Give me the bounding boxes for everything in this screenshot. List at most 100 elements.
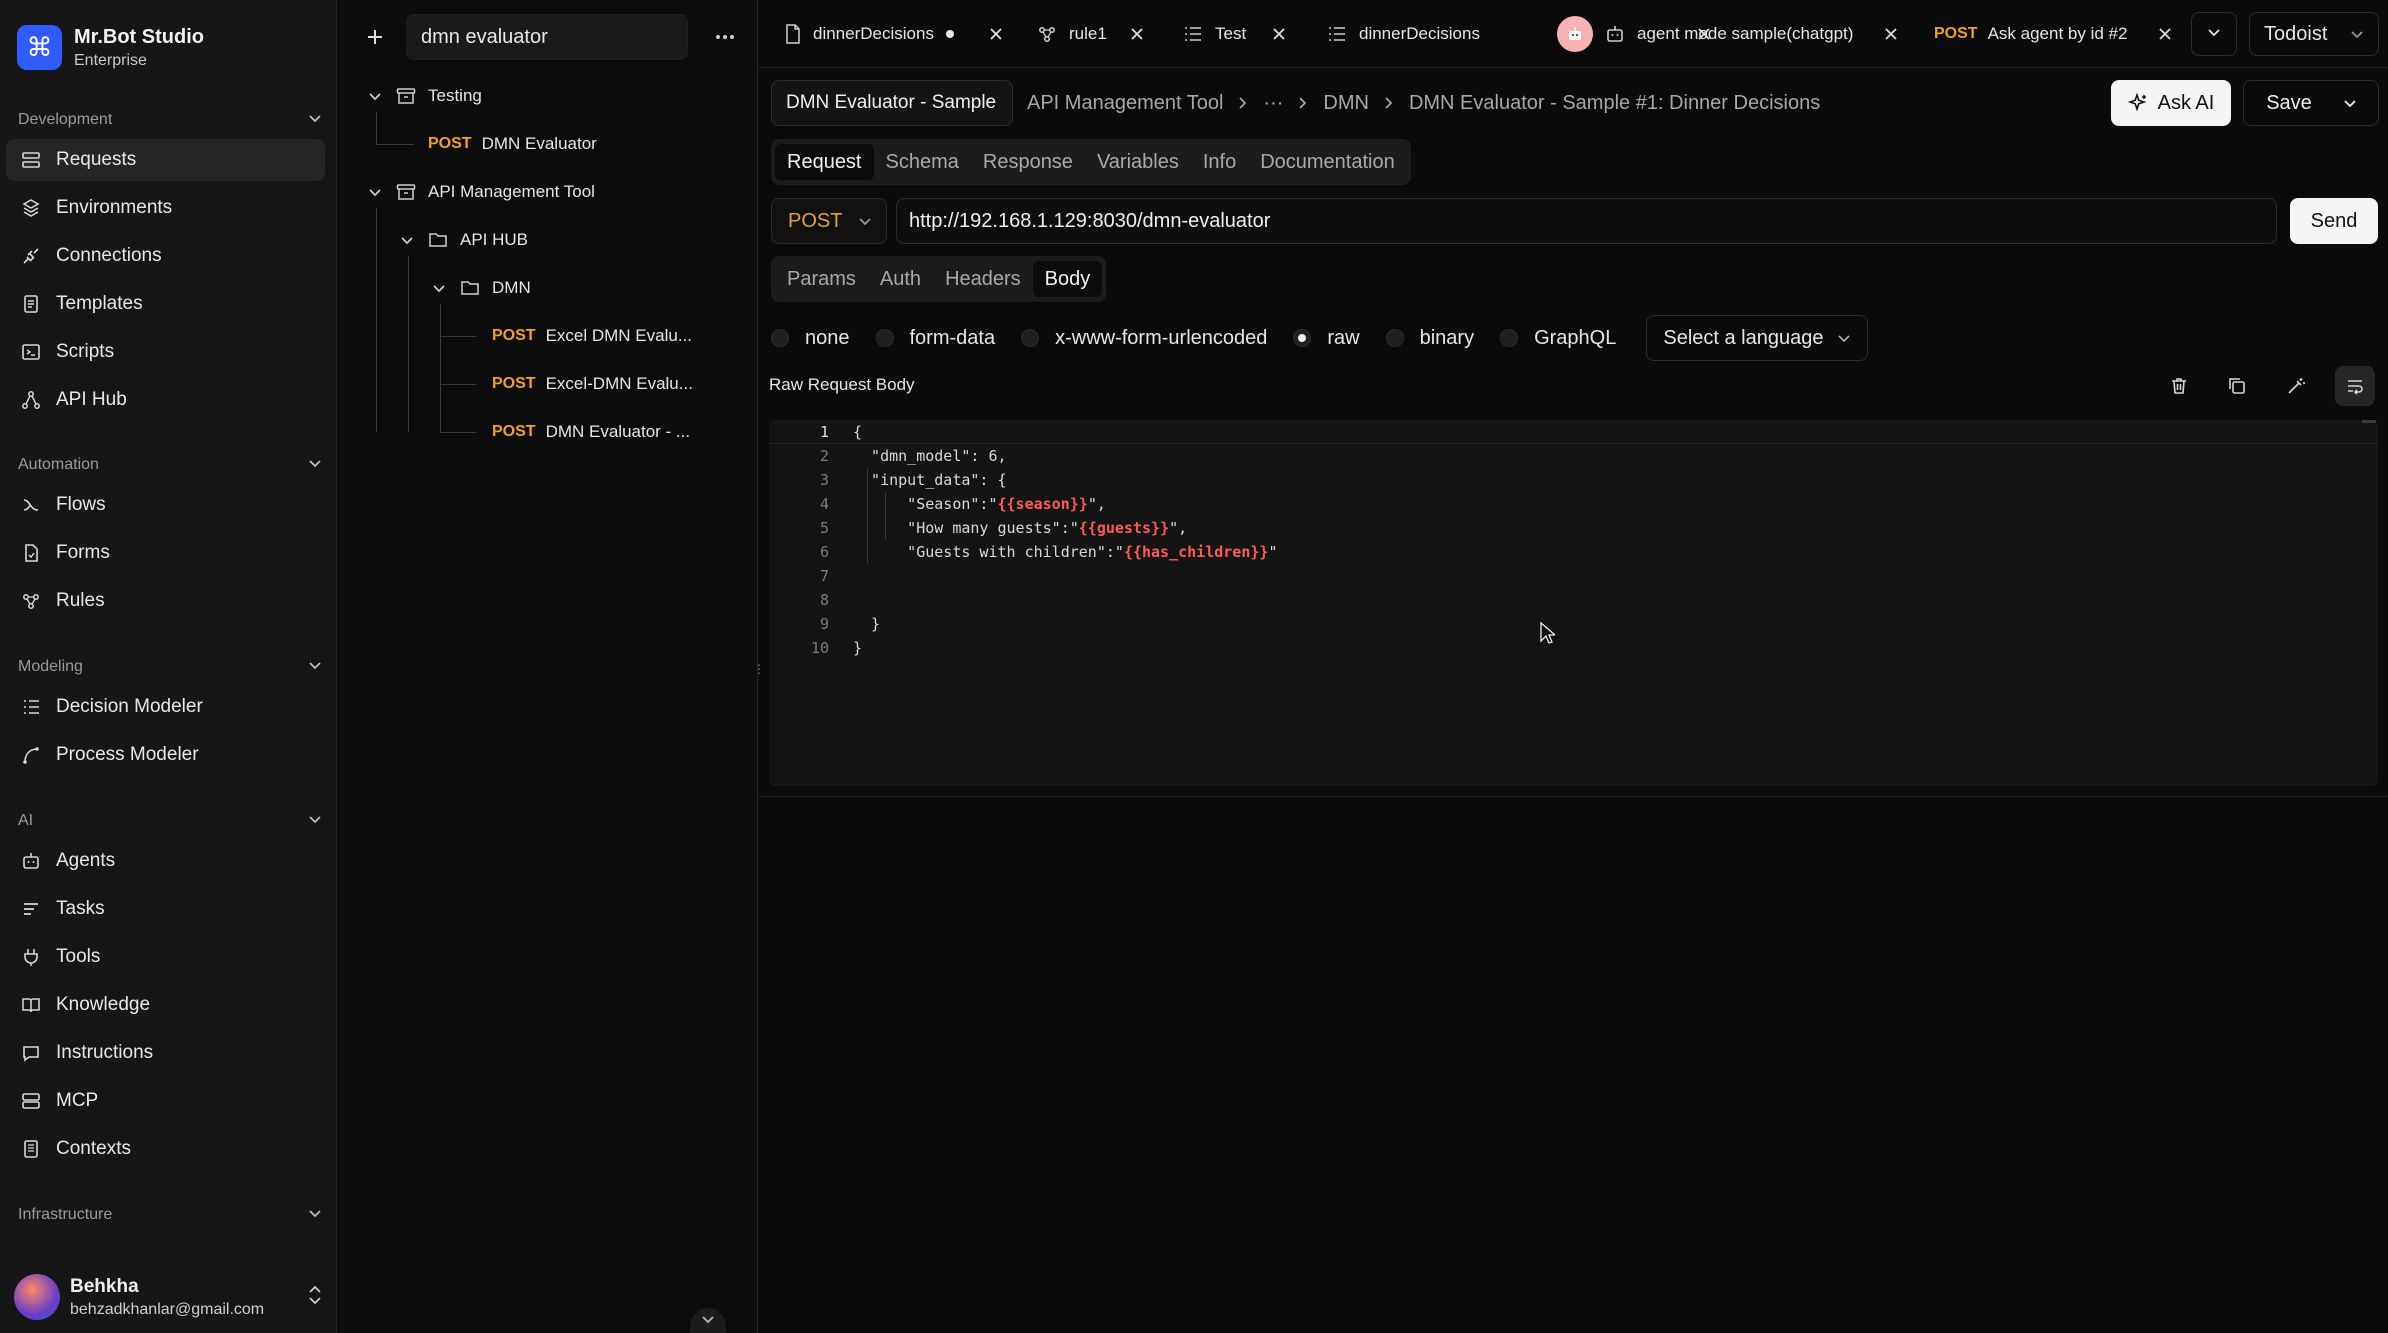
sidebar-item-instructions[interactable]: Instructions [6,1032,325,1074]
line-number: 2 [819,447,829,465]
chevron-down-icon [307,811,323,832]
breadcrumb-item[interactable]: ··· [1263,92,1309,115]
chevron-down-icon[interactable] [2342,95,2358,111]
tree-node-dmn-evaluator[interactable]: POST DMN Evaluator [428,126,597,162]
sidebar-item-scripts[interactable]: Scripts [6,331,325,373]
tree-node-api-management-tool[interactable]: API Management Tool [368,174,595,210]
ask-ai-button[interactable]: Ask AI [2111,80,2231,126]
code-editor[interactable]: 1 2 3 4 5 6 7 8 9 10 { "dmn_model": 6, "… [769,420,2378,786]
editor-scrollbar[interactable] [2362,420,2376,423]
radio-binary[interactable]: binary [1385,327,1474,350]
wrap-text-icon[interactable] [2335,366,2375,406]
breadcrumb-item[interactable]: API Management Tool [1027,92,1249,115]
save-button[interactable]: Save [2243,80,2379,126]
sidebar-item-tasks[interactable]: Tasks [6,888,325,930]
sidebar-item-process-modeler[interactable]: Process Modeler [6,734,325,776]
nav-group-header[interactable]: Modeling [0,652,337,682]
sidebar-item-templates[interactable]: Templates [6,283,325,325]
url-input[interactable] [896,198,2277,244]
nav-group-header[interactable]: AI [0,806,337,836]
tab-body[interactable]: Body [1032,261,1103,297]
tab-headers[interactable]: Headers [933,261,1033,297]
ask-ai-label: Ask AI [2157,91,2215,114]
nav-group-header[interactable]: Development [0,105,337,135]
sidebar-item-decision-modeler[interactable]: Decision Modeler [6,686,325,728]
nav-group-header[interactable]: Infrastructure [0,1200,337,1230]
panel-resize-handle[interactable]: ⋮ [753,660,765,678]
sidebar-item-api-hub[interactable]: API Hub [6,379,325,421]
tab-dinner-decisions[interactable]: dinnerDecisions [785,14,1002,54]
tab-agent-mode-sample[interactable]: agent mode sample(chatgpt) [1557,14,1853,54]
tab-documentation[interactable]: Documentation [1248,144,1407,180]
tree-node-excel-dmn-evaluator[interactable]: POST Excel DMN Evalu... [492,318,692,354]
sidebar-item-connections[interactable]: Connections [6,235,325,277]
chevron-down-icon[interactable] [690,1308,726,1333]
close-icon[interactable] [988,26,1004,42]
chevron-down-icon [368,89,382,103]
tree-guide-line [440,432,476,433]
tab-schema[interactable]: Schema [874,144,971,180]
more-horizontal-icon[interactable] [710,22,740,52]
tree-node-dmn-evaluator-sample[interactable]: POST DMN Evaluator - ... [492,414,690,450]
sidebar-item-forms[interactable]: Forms [6,532,325,574]
breadcrumb-item[interactable]: DMN [1323,92,1395,115]
connections-icon [20,245,42,267]
tab-info[interactable]: Info [1191,144,1248,180]
radio-circle-selected [1293,329,1312,347]
template-variable: {{has_children}} [1123,543,1269,561]
tree-search-input[interactable] [406,14,688,60]
user-name: Behkha [70,1275,139,1297]
tree-node-testing[interactable]: Testing [368,78,482,114]
tree-node-dmn[interactable]: DMN [432,270,531,306]
user-menu[interactable]: Behkha behzadkhanlar@gmail.com [14,1270,324,1324]
sidebar-item-knowledge[interactable]: Knowledge [6,984,325,1026]
tab-variables[interactable]: Variables [1085,144,1191,180]
send-button[interactable]: Send [2290,198,2378,244]
radio-raw[interactable]: raw [1293,327,1360,350]
response-divider[interactable] [759,796,2388,797]
sidebar-item-tools[interactable]: Tools [6,936,325,978]
radio-none[interactable]: none [771,327,850,350]
brand[interactable]: ⌘ Mr.Bot Studio Enterprise [17,25,204,70]
trash-icon[interactable] [2159,366,2199,406]
sidebar-item-mcp[interactable]: MCP [6,1080,325,1122]
tabs-overflow-button[interactable] [2191,12,2237,56]
sidebar-item-agents[interactable]: Agents [6,840,325,882]
radio-graphql[interactable]: GraphQL [1500,327,1616,350]
nav-group-header[interactable]: Automation [0,450,337,480]
sidebar-item-flows[interactable]: Flows [6,484,325,526]
code-line: "How many guests":"{{guests}}", [853,519,1188,537]
sidebar-item-label: Process Modeler [56,744,199,765]
tree-node-excel-dmn-evaluator-2[interactable]: POST Excel-DMN Evalu... [492,366,693,402]
close-icon[interactable] [2157,26,2173,47]
request-name-input[interactable] [771,80,1013,126]
tab-rule1[interactable]: rule1 [1037,14,1143,54]
http-method-select[interactable]: POST [771,198,887,244]
tab-response[interactable]: Response [971,144,1085,180]
language-select[interactable]: Select a language [1646,315,1869,361]
tab-request[interactable]: Request [775,144,874,180]
tab-dinner-decisions-modeler[interactable]: dinnerDecisions [1327,14,1480,54]
radio-form-data[interactable]: form-data [875,327,995,350]
tab-label: Test [1215,24,1247,43]
tab-auth[interactable]: Auth [868,261,933,297]
copy-icon[interactable] [2217,366,2257,406]
file-icon [785,24,801,44]
close-icon[interactable] [1271,26,1287,42]
close-icon[interactable] [1129,26,1145,42]
sidebar-item-requests[interactable]: Requests [6,139,325,181]
plus-icon[interactable] [360,22,390,52]
radio-x-www-form-urlencoded[interactable]: x-www-form-urlencoded [1021,327,1267,350]
tab-test[interactable]: Test [1183,14,1285,54]
tab-ask-agent-by-id[interactable]: POST Ask agent by id #2 [1934,14,2127,54]
magic-wand-icon[interactable] [2276,366,2316,406]
process-modeler-icon [20,744,42,766]
sidebar-item-environments[interactable]: Environments [6,187,325,229]
tab-params[interactable]: Params [775,261,868,297]
sidebar-item-contexts[interactable]: Contexts [6,1128,325,1170]
workspace-select[interactable]: Todoist [2249,12,2379,56]
sidebar-item-rules[interactable]: Rules [6,580,325,622]
close-icon[interactable] [1883,26,1899,47]
body-type-radio-group: none form-data x-www-form-urlencoded raw… [771,315,1869,361]
tree-node-api-hub[interactable]: API HUB [400,222,528,258]
